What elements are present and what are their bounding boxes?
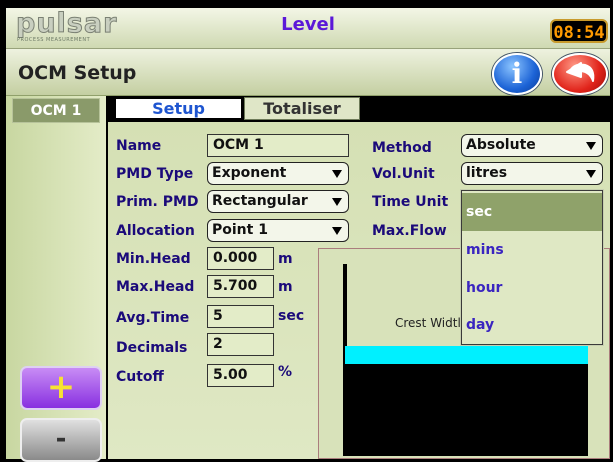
cutoff-label: Cutoff <box>116 369 164 385</box>
method-value: Absolute <box>466 137 536 153</box>
avg-time-label: Avg.Time <box>116 310 190 326</box>
pmd-type-select[interactable]: Exponent <box>207 162 349 185</box>
tab-setup[interactable]: Setup <box>114 97 243 120</box>
info-icon: i <box>511 57 523 90</box>
name-label: Name <box>116 138 162 154</box>
back-arrow-icon <box>566 62 595 82</box>
time-unit-label: Time Unit <box>372 194 449 210</box>
chevron-down-icon <box>332 198 342 206</box>
vol-unit-label: Vol.Unit <box>372 166 435 182</box>
max-head-label: Max.Head <box>116 279 195 295</box>
prim-pmd-select[interactable]: Rectangular <box>207 190 349 213</box>
chevron-down-icon <box>586 170 596 178</box>
max-head-field[interactable]: 5.700 <box>207 275 274 298</box>
option-day[interactable]: day <box>462 306 602 344</box>
chevron-down-icon <box>332 170 342 178</box>
prim-pmd-label: Prim. PMD <box>116 194 199 210</box>
info-button[interactable]: i <box>492 53 542 95</box>
remove-button[interactable]: - <box>20 418 102 462</box>
allocation-value: Point 1 <box>212 222 268 238</box>
min-head-label: Min.Head <box>116 251 191 267</box>
min-head-unit: m <box>278 251 293 267</box>
page-header: OCM Setup i <box>6 49 610 96</box>
tab-totaliser[interactable]: Totaliser <box>244 97 360 120</box>
back-button[interactable] <box>552 53 608 95</box>
max-head-unit: m <box>278 279 293 295</box>
option-mins[interactable]: mins <box>462 231 602 269</box>
max-flow-label: Max.Flow <box>372 223 447 239</box>
crest-width-label: Crest Widtl <box>395 316 461 330</box>
water-level <box>345 346 588 364</box>
pmd-type-value: Exponent <box>212 165 287 181</box>
avg-time-unit: sec <box>278 308 305 324</box>
cutoff-unit: % <box>278 364 293 380</box>
chevron-down-icon <box>586 142 596 150</box>
cutoff-field[interactable]: 5.00 <box>207 364 274 387</box>
allocation-label: Allocation <box>116 223 195 239</box>
chevron-down-icon <box>332 227 342 235</box>
decimals-field[interactable]: 2 <box>207 333 274 356</box>
logo-subtext: PROCESS MEASUREMENT <box>17 37 91 43</box>
min-head-field[interactable]: 0.000 <box>207 247 274 270</box>
option-hour[interactable]: hour <box>462 269 602 307</box>
option-sec[interactable]: sec <box>462 193 602 231</box>
add-button[interactable]: + <box>20 366 102 410</box>
sidebar: OCM 1 + - <box>6 96 106 462</box>
vol-unit-select[interactable]: litres <box>461 162 603 185</box>
name-field[interactable]: OCM 1 <box>207 134 349 157</box>
pmd-type-label: PMD Type <box>116 166 194 182</box>
allocation-select[interactable]: Point 1 <box>207 219 349 242</box>
screen-title: Level <box>281 14 335 35</box>
flow-channel <box>343 364 588 456</box>
device-screen: pulsar PROCESS MEASUREMENT Level 08:54 O… <box>0 0 613 462</box>
decimals-label: Decimals <box>116 340 188 356</box>
prim-pmd-value: Rectangular <box>212 193 308 209</box>
method-label: Method <box>372 140 432 156</box>
avg-time-field[interactable]: 5 <box>207 305 274 328</box>
clock-display: 08:54 <box>550 19 608 43</box>
sidebar-item-ocm1[interactable]: OCM 1 <box>12 98 100 123</box>
time-unit-dropdown-list: sec mins hour day <box>461 190 603 345</box>
top-bar: pulsar PROCESS MEASUREMENT Level 08:54 <box>6 8 610 49</box>
page-title: OCM Setup <box>18 62 137 84</box>
method-select[interactable]: Absolute <box>461 134 603 157</box>
vol-unit-value: litres <box>466 165 508 181</box>
